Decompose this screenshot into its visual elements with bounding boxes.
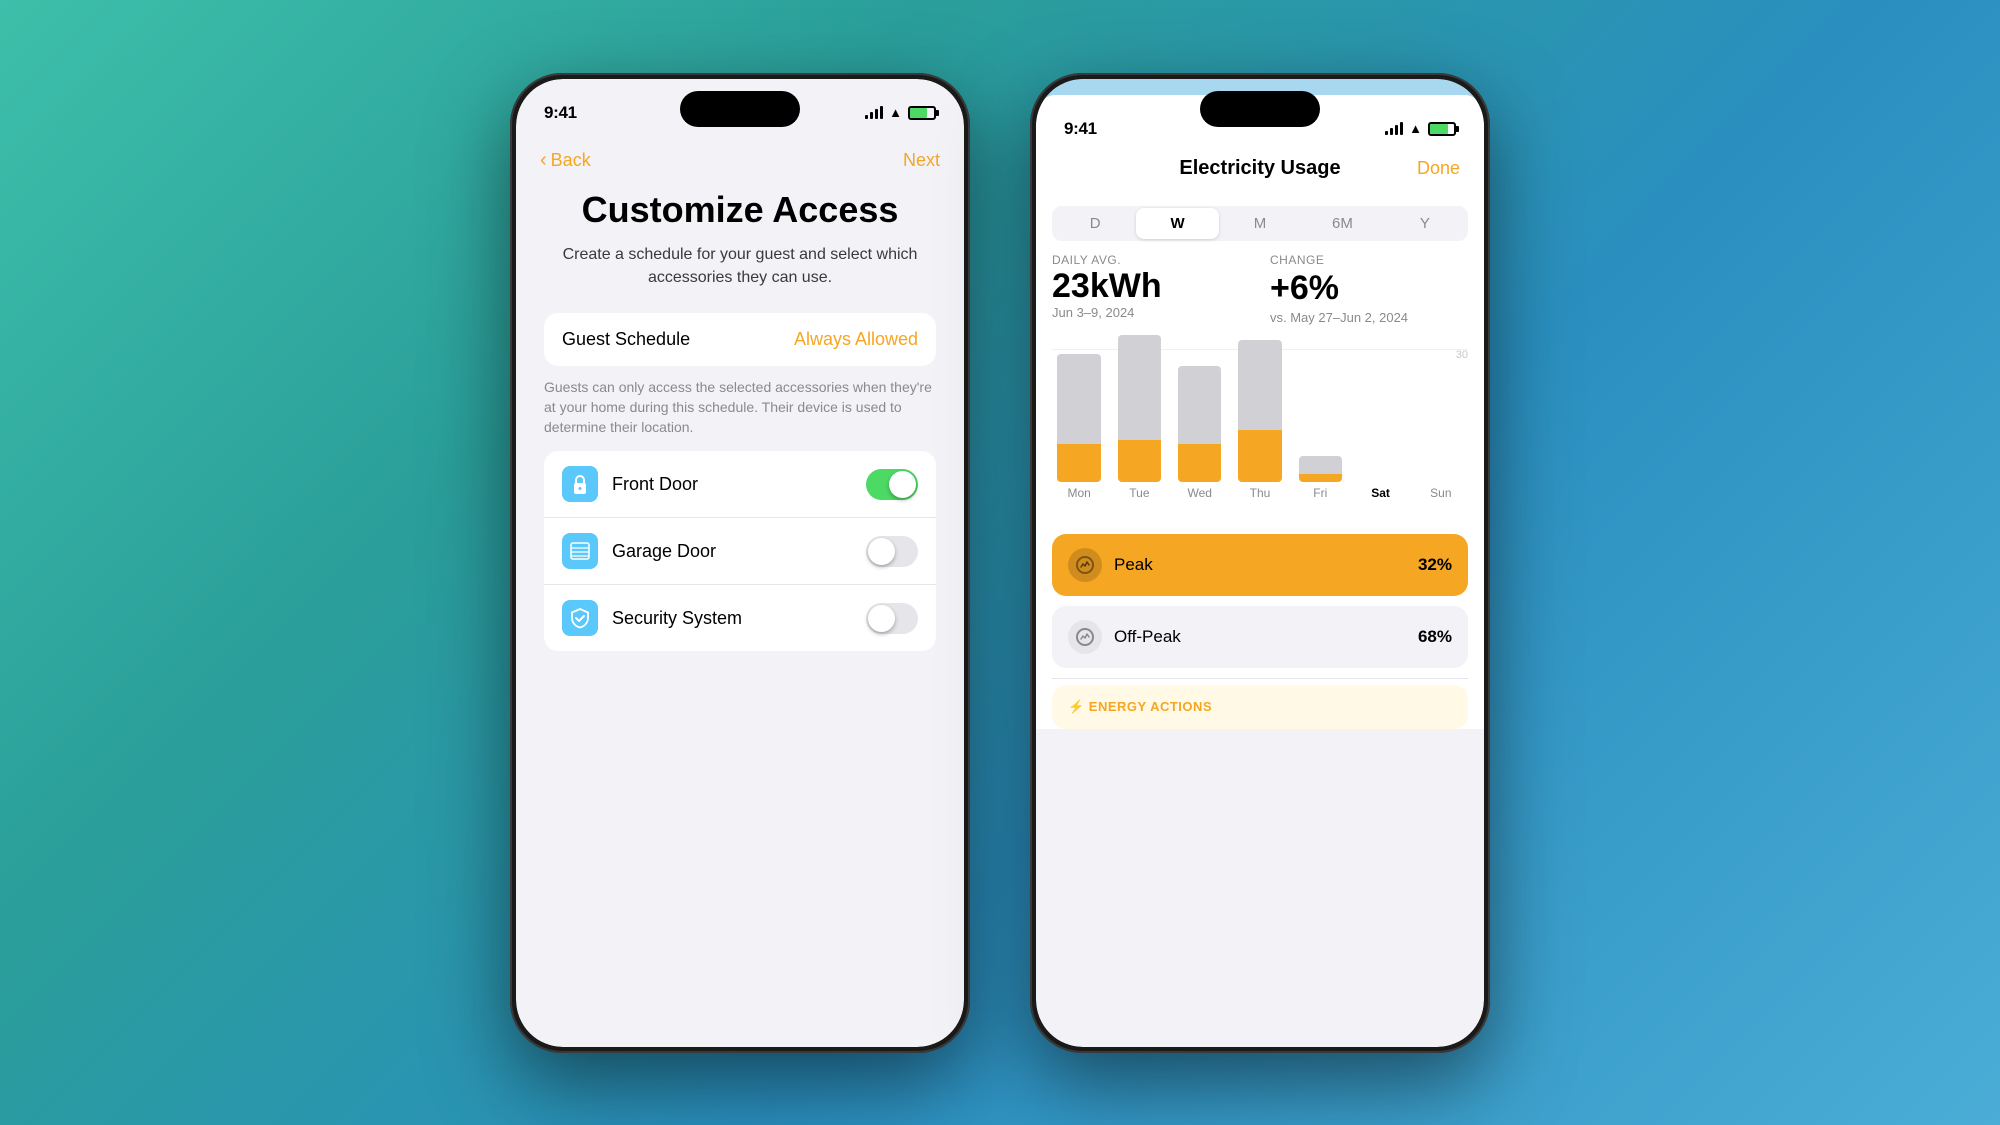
lock-icon — [562, 466, 598, 502]
accessories-list: Front Door — [544, 451, 936, 651]
dynamic-island-left — [680, 91, 800, 127]
garage-door-label: Garage Door — [612, 541, 866, 562]
offpeak-pct: 68% — [1418, 627, 1452, 647]
signal-icon-left — [865, 107, 883, 119]
page-subtitle: Create a schedule for your guest and sel… — [544, 243, 936, 289]
chart-container: 30 Mon — [1036, 339, 1484, 524]
peak-label: Peak — [1114, 555, 1418, 575]
guest-schedule-row: Guest Schedule Always Allowed — [562, 329, 918, 350]
daily-avg-date: Jun 3–9, 2024 — [1052, 305, 1250, 320]
period-btn-6m[interactable]: 6M — [1301, 208, 1383, 239]
peak-icon — [1068, 548, 1102, 582]
page-title: Customize Access — [544, 190, 936, 230]
sat-label: Sat — [1371, 486, 1390, 500]
chart-col-sun: Sun — [1414, 349, 1468, 500]
period-btn-y[interactable]: Y — [1384, 208, 1466, 239]
offpeak-icon — [1068, 620, 1102, 654]
daily-avg-value: 23kWh — [1052, 269, 1250, 303]
period-btn-w[interactable]: W — [1136, 208, 1218, 239]
change-block: CHANGE +6% vs. May 27–Jun 2, 2024 — [1270, 253, 1468, 325]
peak-pct: 32% — [1418, 555, 1452, 575]
tue-upper-bar — [1118, 335, 1161, 440]
change-value: +6% — [1270, 269, 1468, 308]
chart-bars: Mon Tue — [1052, 349, 1468, 524]
tue-label: Tue — [1129, 486, 1149, 500]
fri-upper-bar — [1299, 456, 1342, 474]
status-icons-right: ▲ — [1385, 121, 1456, 136]
daily-avg-label: DAILY AVG. — [1052, 253, 1250, 267]
back-button[interactable]: ‹ Back — [540, 149, 591, 172]
status-icons-left: ▲ — [865, 105, 936, 120]
wed-upper-bar — [1178, 366, 1221, 444]
right-phone: 9:41 ▲ — [1030, 73, 1490, 1053]
chart-col-mon: Mon — [1052, 349, 1106, 500]
security-system-label: Security System — [612, 608, 866, 629]
chart-col-sat: Sat — [1353, 349, 1407, 500]
mon-label: Mon — [1067, 486, 1090, 500]
battery-icon-right — [1428, 122, 1456, 136]
left-screen: 9:41 ▲ ‹ Bac — [516, 79, 964, 1047]
fri-lower-bar — [1299, 474, 1342, 482]
electricity-header: Electricity Usage Done — [1036, 149, 1484, 192]
wifi-icon-left: ▲ — [889, 105, 902, 120]
tue-lower-bar — [1118, 440, 1161, 482]
customize-content: Customize Access Create a schedule for y… — [516, 190, 964, 652]
accessory-row-front-door: Front Door — [544, 451, 936, 518]
stats-row: DAILY AVG. 23kWh Jun 3–9, 2024 CHANGE +6… — [1036, 253, 1484, 339]
right-screen: 9:41 ▲ — [1036, 79, 1484, 1047]
offpeak-label: Off-Peak — [1114, 627, 1418, 647]
front-door-toggle[interactable] — [866, 469, 918, 500]
divider — [1052, 678, 1468, 679]
front-door-label: Front Door — [612, 474, 866, 495]
mon-lower-bar — [1057, 444, 1100, 482]
legend-section: Peak 32% Off-Peak 68% — [1036, 524, 1484, 668]
electricity-title: Electricity Usage — [1110, 157, 1410, 180]
accessory-row-garage-door: Garage Door — [544, 518, 936, 585]
wed-label: Wed — [1187, 486, 1211, 500]
fri-label: Fri — [1313, 486, 1327, 500]
wed-lower-bar — [1178, 444, 1221, 482]
garage-icon — [562, 533, 598, 569]
energy-actions-banner[interactable]: ⚡ ENERGY ACTIONS — [1052, 685, 1468, 729]
period-btn-m[interactable]: M — [1219, 208, 1301, 239]
chart-col-tue: Tue — [1112, 349, 1166, 500]
mon-upper-bar — [1057, 354, 1100, 444]
next-button[interactable]: Next — [903, 150, 940, 171]
signal-icon-right — [1385, 123, 1403, 135]
time-right: 9:41 — [1064, 119, 1097, 139]
energy-actions-label: ⚡ ENERGY ACTIONS — [1068, 699, 1212, 715]
chart-col-thu: Thu — [1233, 349, 1287, 500]
garage-door-toggle[interactable] — [866, 536, 918, 567]
period-selector: D W M 6M Y — [1052, 206, 1468, 241]
thu-label: Thu — [1250, 486, 1271, 500]
security-system-toggle[interactable] — [866, 603, 918, 634]
daily-avg-block: DAILY AVG. 23kWh Jun 3–9, 2024 — [1052, 253, 1250, 325]
peak-legend-item: Peak 32% — [1052, 534, 1468, 596]
offpeak-legend-item: Off-Peak 68% — [1052, 606, 1468, 668]
chart-col-fri: Fri — [1293, 349, 1347, 500]
back-label: Back — [551, 150, 591, 171]
done-button[interactable]: Done — [1410, 158, 1460, 179]
guest-schedule-description: Guests can only access the selected acce… — [544, 378, 936, 437]
chevron-left-icon: ‹ — [540, 149, 547, 172]
wifi-icon-right: ▲ — [1409, 121, 1422, 136]
thu-upper-bar — [1238, 340, 1281, 430]
nav-bar-left: ‹ Back Next — [516, 133, 964, 180]
dynamic-island-right — [1200, 91, 1320, 127]
period-btn-d[interactable]: D — [1054, 208, 1136, 239]
battery-icon-left — [908, 106, 936, 120]
guest-schedule-value: Always Allowed — [794, 329, 918, 350]
sun-label: Sun — [1430, 486, 1451, 500]
accessory-row-security: Security System — [544, 585, 936, 651]
change-date: vs. May 27–Jun 2, 2024 — [1270, 310, 1468, 325]
time-left: 9:41 — [544, 103, 577, 123]
shield-icon — [562, 600, 598, 636]
left-phone: 9:41 ▲ ‹ Bac — [510, 73, 970, 1053]
guest-schedule-card[interactable]: Guest Schedule Always Allowed — [544, 313, 936, 366]
guest-schedule-label: Guest Schedule — [562, 329, 690, 350]
chart-col-wed: Wed — [1173, 349, 1227, 500]
thu-lower-bar — [1238, 430, 1281, 482]
change-label: CHANGE — [1270, 253, 1468, 267]
